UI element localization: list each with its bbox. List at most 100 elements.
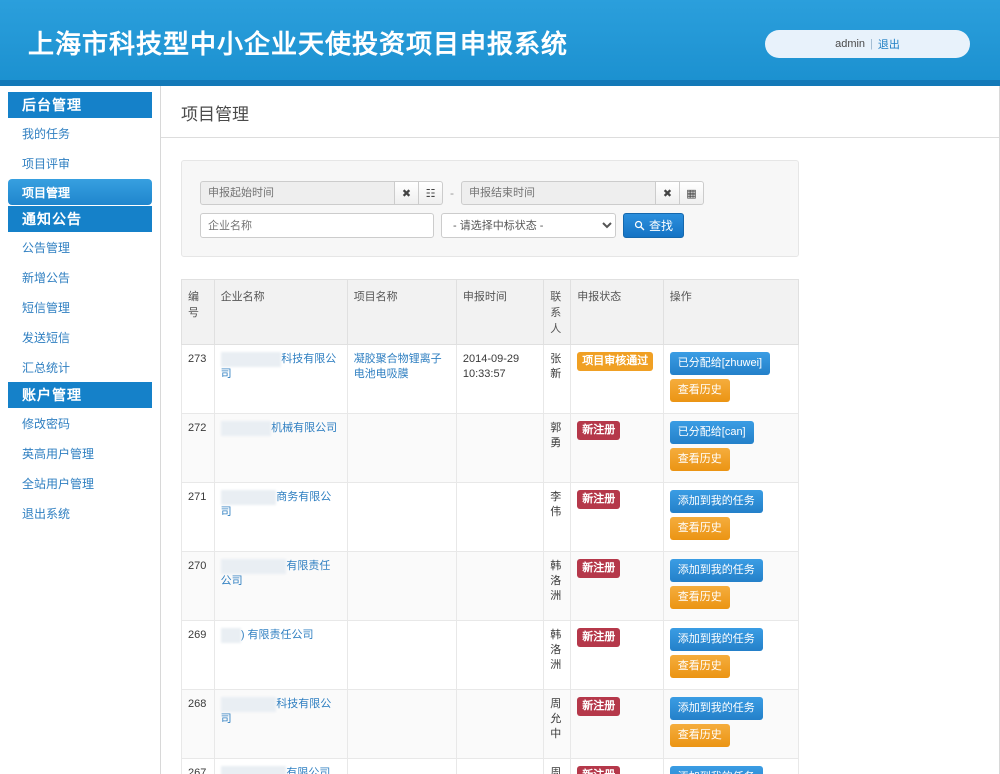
primary-action-button[interactable]: 添加到我的任务 xyxy=(670,559,763,582)
redacted-company-text xyxy=(221,559,287,574)
search-icon xyxy=(634,220,645,231)
calendar-start-icon[interactable]: ☷ xyxy=(419,181,443,205)
redacted-company-text xyxy=(221,697,277,712)
table-row: 271 商务有限公司李伟新注册添加到我的任务查看历史 xyxy=(182,483,799,552)
table-row: 268 科技有限公司周允中新注册添加到我的任务查看历史 xyxy=(182,690,799,759)
cell-company: ) 有限责任公司 xyxy=(214,621,347,690)
cell-company: 科技有限公司 xyxy=(214,690,347,759)
col-header-actions: 操作 xyxy=(663,280,798,345)
page-body: 后台管理 我的任务 项目评审 项目管理 通知公告 公告管理 新增公告 短信管理 … xyxy=(0,86,1000,774)
company-name-link[interactable]: 机械有限公司 xyxy=(271,422,337,434)
logout-link[interactable]: 退出 xyxy=(878,36,900,52)
view-history-button[interactable]: 查看历史 xyxy=(670,448,730,471)
company-name-link[interactable]: ) 有限责任公司 xyxy=(241,629,314,641)
primary-action-button[interactable]: 已分配给[can] xyxy=(670,421,754,444)
bid-status-select[interactable]: - 请选择中标状态 - xyxy=(441,213,616,238)
cell-status: 项目审核通过 xyxy=(571,345,664,414)
sidebar-item-add-announcement[interactable]: 新增公告 xyxy=(0,262,160,292)
company-name-link[interactable]: 有限公司 xyxy=(286,767,330,774)
sidebar-item-logout[interactable]: 退出系统 xyxy=(0,498,160,528)
status-badge: 新注册 xyxy=(577,628,620,647)
pill-separator: | xyxy=(870,38,873,50)
cell-project xyxy=(347,690,456,759)
sidebar-item-site-user-management[interactable]: 全站用户管理 xyxy=(0,468,160,498)
cell-date xyxy=(456,759,543,774)
cell-id: 271 xyxy=(182,483,215,552)
sidebar-item-send-sms[interactable]: 发送短信 xyxy=(0,322,160,352)
search-button[interactable]: 查找 xyxy=(623,213,684,238)
cell-id: 270 xyxy=(182,552,215,621)
clear-end-date-icon[interactable]: ✖ xyxy=(656,181,680,205)
calendar-end-icon[interactable]: ▦ xyxy=(680,181,704,205)
sidebar-item-announcement-management[interactable]: 公告管理 xyxy=(0,232,160,262)
sidebar-item-summary-statistics[interactable]: 汇总统计 xyxy=(0,352,160,382)
sidebar-item-my-tasks[interactable]: 我的任务 xyxy=(0,118,160,148)
cell-contact: 郭勇 xyxy=(544,414,571,483)
sidebar-item-project-management[interactable]: 项目管理 xyxy=(8,179,152,205)
primary-action-button[interactable]: 已分配给[zhuwei] xyxy=(670,352,770,375)
redacted-company-text xyxy=(221,766,287,774)
cell-actions: 添加到我的任务查看历史 xyxy=(663,759,798,774)
project-name-link[interactable]: 凝胶聚合物锂离子电池电吸膜 xyxy=(354,353,442,380)
sidebar-item-change-password[interactable]: 修改密码 xyxy=(0,408,160,438)
redacted-company-text xyxy=(221,421,272,436)
primary-action-button[interactable]: 添加到我的任务 xyxy=(670,628,763,651)
content-area: 项目管理 ✖ ☷ - ✖ ▦ - 请选择中标状态 - xyxy=(161,86,1000,774)
action-button-group: 添加到我的任务查看历史 xyxy=(670,490,792,544)
project-table: 编号 企业名称 项目名称 申报时间 联系人 申报状态 操作 273 科技有限公司… xyxy=(181,279,799,774)
col-header-company: 企业名称 xyxy=(214,280,347,345)
cell-status: 新注册 xyxy=(571,552,664,621)
view-history-button[interactable]: 查看历史 xyxy=(670,379,730,402)
table-head: 编号 企业名称 项目名称 申报时间 联系人 申报状态 操作 xyxy=(182,280,799,345)
cell-status: 新注册 xyxy=(571,690,664,759)
cell-status: 新注册 xyxy=(571,414,664,483)
view-history-button[interactable]: 查看历史 xyxy=(670,724,730,747)
date-range-row: ✖ ☷ - ✖ ▦ xyxy=(200,181,780,205)
cell-company: 商务有限公司 xyxy=(214,483,347,552)
sidebar-item-guest-user-management[interactable]: 英高用户管理 xyxy=(0,438,160,468)
sidebar: 后台管理 我的任务 项目评审 项目管理 通知公告 公告管理 新增公告 短信管理 … xyxy=(0,86,161,774)
status-badge: 新注册 xyxy=(577,421,620,440)
status-badge: 新注册 xyxy=(577,697,620,716)
redacted-company-text xyxy=(221,490,277,505)
cell-actions: 已分配给[zhuwei] 查看历史 xyxy=(663,345,798,414)
status-badge: 新注册 xyxy=(577,490,620,509)
cell-date xyxy=(456,690,543,759)
action-button-group: 添加到我的任务查看历史 xyxy=(670,766,792,774)
table-body: 273 科技有限公司 凝胶聚合物锂离子电池电吸膜 2014-09-29 10:33:… xyxy=(182,345,799,774)
cell-date: 2014-09-29 10:33:57 xyxy=(456,345,543,414)
date-start-input[interactable] xyxy=(200,181,395,205)
cell-actions: 添加到我的任务查看历史 xyxy=(663,552,798,621)
cell-date xyxy=(456,414,543,483)
cell-project xyxy=(347,414,456,483)
cell-id: 273 xyxy=(182,345,215,414)
date-end-input[interactable] xyxy=(461,181,656,205)
action-button-group: 添加到我的任务查看历史 xyxy=(670,559,792,613)
cell-company: 机械有限公司 xyxy=(214,414,347,483)
primary-action-button[interactable]: 添加到我的任务 xyxy=(670,490,763,513)
page-title: 项目管理 xyxy=(161,86,1000,138)
sidebar-group-title-0: 后台管理 xyxy=(8,92,152,118)
view-history-button[interactable]: 查看历史 xyxy=(670,517,730,540)
sidebar-group-title-1: 通知公告 xyxy=(8,206,152,232)
col-header-contact: 联系人 xyxy=(544,280,571,345)
cell-contact: 周允中 xyxy=(544,759,571,774)
app-header: 上海市科技型中小企业天使投资项目申报系统 admin | 退出 xyxy=(0,0,1000,80)
table-header-row: 编号 企业名称 项目名称 申报时间 联系人 申报状态 操作 xyxy=(182,280,799,345)
action-button-group: 添加到我的任务查看历史 xyxy=(670,628,792,682)
table-row: 270 有限责任公司韩洛洲新注册添加到我的任务查看历史 xyxy=(182,552,799,621)
cell-company: 有限责任公司 xyxy=(214,552,347,621)
app-title: 上海市科技型中小企业天使投资项目申报系统 xyxy=(28,24,568,61)
company-name-input[interactable] xyxy=(200,213,434,238)
cell-project xyxy=(347,552,456,621)
col-header-project: 项目名称 xyxy=(347,280,456,345)
primary-action-button[interactable]: 添加到我的任务 xyxy=(670,766,763,774)
sidebar-item-sms-management[interactable]: 短信管理 xyxy=(0,292,160,322)
view-history-button[interactable]: 查看历史 xyxy=(670,586,730,609)
user-account-pill[interactable]: admin | 退出 xyxy=(765,30,970,58)
clear-start-date-icon[interactable]: ✖ xyxy=(395,181,419,205)
sidebar-item-project-review[interactable]: 项目评审 xyxy=(0,148,160,178)
primary-action-button[interactable]: 添加到我的任务 xyxy=(670,697,763,720)
view-history-button[interactable]: 查看历史 xyxy=(670,655,730,678)
search-filter-panel: ✖ ☷ - ✖ ▦ - 请选择中标状态 - 查找 xyxy=(181,160,799,257)
